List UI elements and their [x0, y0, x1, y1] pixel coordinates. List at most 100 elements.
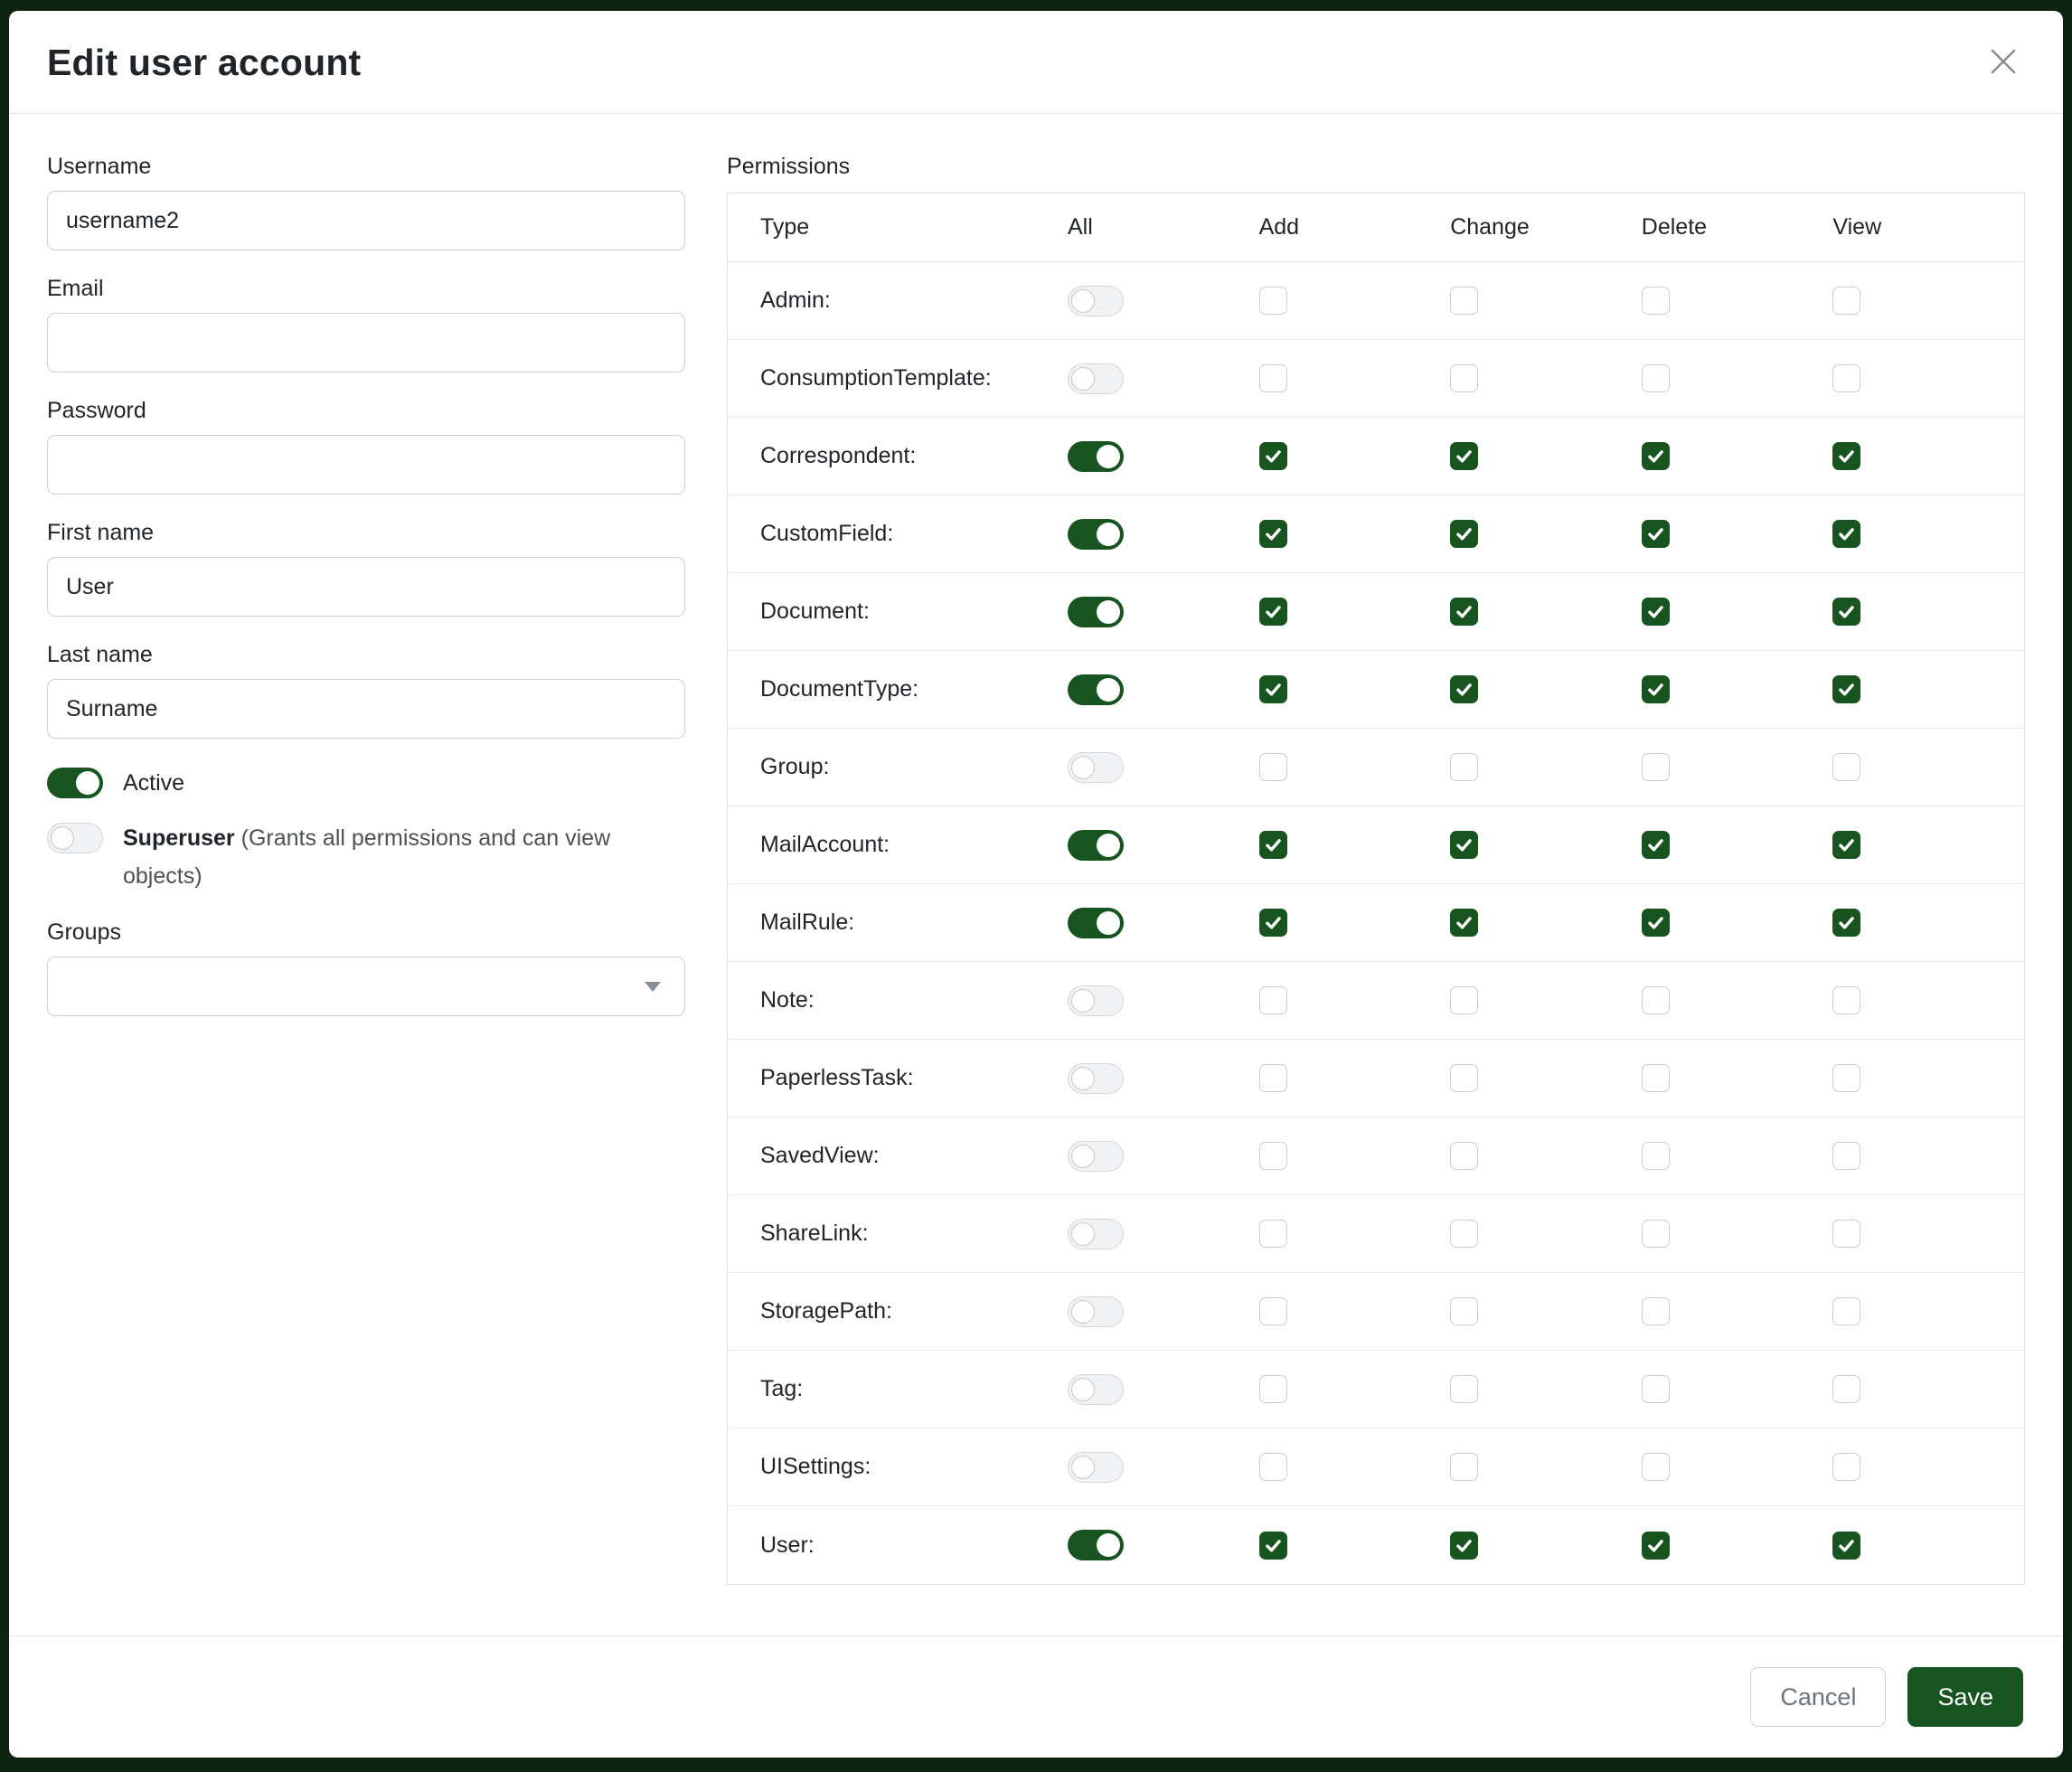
- permission-view-checkbox[interactable]: [1832, 442, 1860, 470]
- permission-view-checkbox[interactable]: [1832, 364, 1860, 392]
- permission-change-checkbox[interactable]: [1450, 909, 1478, 937]
- permission-add-checkbox[interactable]: [1259, 1297, 1287, 1325]
- permission-change-checkbox[interactable]: [1450, 1532, 1478, 1560]
- permission-change-checkbox[interactable]: [1450, 1064, 1478, 1092]
- toggle-knob: [1097, 523, 1120, 546]
- superuser-toggle[interactable]: [47, 823, 103, 853]
- last-name-input[interactable]: [47, 679, 685, 739]
- permission-all-toggle[interactable]: [1068, 1296, 1124, 1327]
- permission-all-toggle[interactable]: [1068, 1141, 1124, 1172]
- permission-add-checkbox[interactable]: [1259, 1220, 1287, 1248]
- permission-add-checkbox[interactable]: [1259, 442, 1287, 470]
- permission-add-checkbox[interactable]: [1259, 986, 1287, 1014]
- email-input[interactable]: [47, 313, 685, 372]
- permission-view-checkbox[interactable]: [1832, 675, 1860, 703]
- permission-all-toggle[interactable]: [1068, 1063, 1124, 1094]
- permission-view-checkbox[interactable]: [1832, 1532, 1860, 1560]
- permission-delete-checkbox[interactable]: [1642, 1142, 1670, 1170]
- permission-all-toggle[interactable]: [1068, 519, 1124, 550]
- permission-add-checkbox[interactable]: [1259, 598, 1287, 626]
- permission-change-checkbox[interactable]: [1450, 831, 1478, 859]
- permission-view-checkbox[interactable]: [1832, 1453, 1860, 1481]
- permission-delete-checkbox[interactable]: [1642, 831, 1670, 859]
- permission-add-checkbox[interactable]: [1259, 520, 1287, 548]
- permission-all-toggle[interactable]: [1068, 674, 1124, 705]
- permission-delete-checkbox[interactable]: [1642, 364, 1670, 392]
- permission-delete-checkbox[interactable]: [1642, 598, 1670, 626]
- active-toggle[interactable]: [47, 768, 103, 798]
- permission-all-toggle[interactable]: [1068, 441, 1124, 472]
- permission-delete-checkbox[interactable]: [1642, 287, 1670, 315]
- permission-view-checkbox[interactable]: [1832, 1142, 1860, 1170]
- permission-change-checkbox[interactable]: [1450, 986, 1478, 1014]
- permission-change-checkbox[interactable]: [1450, 1375, 1478, 1403]
- permission-view-checkbox[interactable]: [1832, 1220, 1860, 1248]
- permission-all-toggle[interactable]: [1068, 908, 1124, 938]
- close-button[interactable]: [1983, 43, 2023, 83]
- password-input[interactable]: [47, 435, 685, 495]
- permission-all-toggle[interactable]: [1068, 752, 1124, 783]
- permission-delete-checkbox[interactable]: [1642, 1297, 1670, 1325]
- permission-change-checkbox[interactable]: [1450, 1142, 1478, 1170]
- permission-add-checkbox[interactable]: [1259, 1064, 1287, 1092]
- permission-change-checkbox[interactable]: [1450, 753, 1478, 781]
- permission-all-toggle[interactable]: [1068, 597, 1124, 627]
- permission-view-checkbox[interactable]: [1832, 909, 1860, 937]
- permission-delete-checkbox[interactable]: [1642, 1375, 1670, 1403]
- permission-all-toggle[interactable]: [1068, 1452, 1124, 1483]
- first-name-input[interactable]: [47, 557, 685, 617]
- permission-add-checkbox[interactable]: [1259, 1453, 1287, 1481]
- permission-delete-checkbox[interactable]: [1642, 909, 1670, 937]
- permission-change-checkbox[interactable]: [1450, 675, 1478, 703]
- permission-change-checkbox[interactable]: [1450, 1220, 1478, 1248]
- toggle-knob: [1071, 1378, 1095, 1401]
- permission-change-checkbox[interactable]: [1450, 442, 1478, 470]
- permission-view-checkbox[interactable]: [1832, 520, 1860, 548]
- permission-all-toggle[interactable]: [1068, 1219, 1124, 1249]
- permission-view-checkbox[interactable]: [1832, 986, 1860, 1014]
- permission-add-checkbox[interactable]: [1259, 675, 1287, 703]
- save-button[interactable]: Save: [1907, 1667, 2023, 1727]
- permission-all-toggle[interactable]: [1068, 1374, 1124, 1405]
- permission-change-checkbox[interactable]: [1450, 1453, 1478, 1481]
- permission-change-checkbox[interactable]: [1450, 520, 1478, 548]
- permission-view-checkbox[interactable]: [1832, 831, 1860, 859]
- permission-add-checkbox[interactable]: [1259, 909, 1287, 937]
- permission-view-checkbox[interactable]: [1832, 1064, 1860, 1092]
- groups-select[interactable]: [47, 957, 685, 1016]
- permission-type-label: Document:: [760, 599, 1068, 625]
- permission-add-checkbox[interactable]: [1259, 1532, 1287, 1560]
- permission-delete-checkbox[interactable]: [1642, 1532, 1670, 1560]
- permission-view-checkbox[interactable]: [1832, 598, 1860, 626]
- permission-all-toggle[interactable]: [1068, 1530, 1124, 1560]
- cancel-button[interactable]: Cancel: [1750, 1667, 1886, 1727]
- permission-view-checkbox[interactable]: [1832, 753, 1860, 781]
- permission-change-checkbox[interactable]: [1450, 598, 1478, 626]
- permission-all-toggle[interactable]: [1068, 286, 1124, 316]
- permission-add-checkbox[interactable]: [1259, 1142, 1287, 1170]
- permission-delete-checkbox[interactable]: [1642, 1453, 1670, 1481]
- permission-add-checkbox[interactable]: [1259, 364, 1287, 392]
- permission-all-toggle[interactable]: [1068, 363, 1124, 394]
- permission-all-toggle[interactable]: [1068, 830, 1124, 861]
- permission-add-checkbox[interactable]: [1259, 1375, 1287, 1403]
- permission-delete-checkbox[interactable]: [1642, 1220, 1670, 1248]
- permission-delete-checkbox[interactable]: [1642, 520, 1670, 548]
- username-input[interactable]: [47, 191, 685, 250]
- permission-all-toggle[interactable]: [1068, 985, 1124, 1016]
- permission-delete-checkbox[interactable]: [1642, 675, 1670, 703]
- permission-delete-checkbox[interactable]: [1642, 442, 1670, 470]
- permission-delete-checkbox[interactable]: [1642, 986, 1670, 1014]
- permission-view-checkbox[interactable]: [1832, 287, 1860, 315]
- permission-change-checkbox[interactable]: [1450, 287, 1478, 315]
- permission-change-checkbox[interactable]: [1450, 1297, 1478, 1325]
- permission-delete-checkbox[interactable]: [1642, 753, 1670, 781]
- permission-add-checkbox[interactable]: [1259, 753, 1287, 781]
- permission-add-checkbox[interactable]: [1259, 831, 1287, 859]
- permission-delete-checkbox[interactable]: [1642, 1064, 1670, 1092]
- permission-view-checkbox[interactable]: [1832, 1297, 1860, 1325]
- permission-add-checkbox[interactable]: [1259, 287, 1287, 315]
- permission-change-checkbox[interactable]: [1450, 364, 1478, 392]
- permission-type-label: SavedView:: [760, 1143, 1068, 1169]
- permission-view-checkbox[interactable]: [1832, 1375, 1860, 1403]
